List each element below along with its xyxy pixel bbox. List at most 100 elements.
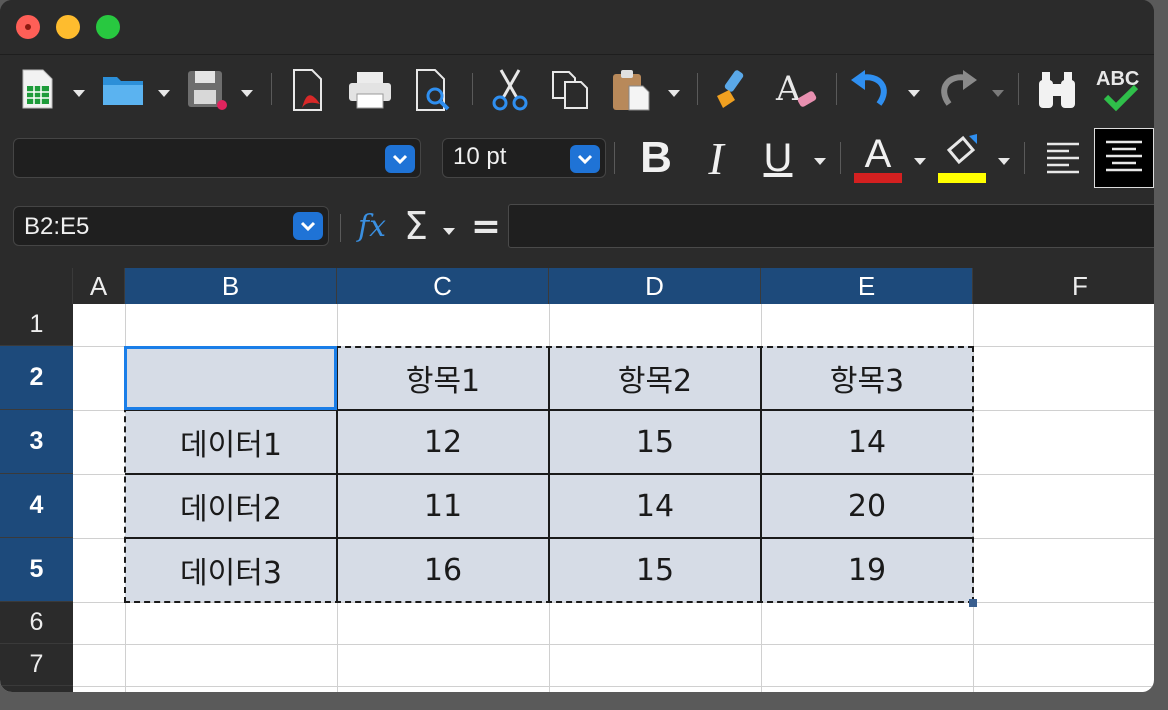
clear-formatting-button[interactable]: A xyxy=(774,67,820,113)
print-preview-button[interactable] xyxy=(412,67,456,113)
font-size-combo[interactable]: 10 pt xyxy=(442,138,606,178)
print-preview-icon xyxy=(416,69,450,111)
formatting-toolbar: 10 pt B I U A xyxy=(0,128,1154,188)
row-header-8[interactable]: 8 xyxy=(0,686,73,692)
formula-bar: B2:E5 fx Σ = xyxy=(0,200,1154,256)
column-header-d[interactable]: D xyxy=(549,268,761,304)
row-header-5[interactable]: 5 xyxy=(0,538,73,602)
cell-c2[interactable]: 항목1 xyxy=(337,346,549,410)
spelling-icon: ABC xyxy=(1096,68,1139,112)
row-header-2[interactable]: 2 xyxy=(0,346,73,410)
formula-input[interactable] xyxy=(508,204,1154,248)
formula-button[interactable]: = xyxy=(466,204,506,248)
undo-dropdown-caret[interactable] xyxy=(908,90,920,97)
cell-b5[interactable]: 데이터3 xyxy=(125,538,337,602)
highlight-color-swatch xyxy=(938,173,986,183)
row-header-3[interactable]: 3 xyxy=(0,410,73,474)
cell-b3[interactable]: 데이터1 xyxy=(125,410,337,474)
column-header-b[interactable]: B xyxy=(125,268,337,304)
separator xyxy=(1018,73,1019,105)
save-dropdown-caret[interactable] xyxy=(241,90,253,97)
font-size-dropdown-button[interactable] xyxy=(570,145,600,173)
highlight-color-button[interactable] xyxy=(936,132,988,184)
open-button[interactable] xyxy=(100,69,146,109)
name-box[interactable]: B2:E5 xyxy=(13,206,329,246)
font-color-swatch xyxy=(854,173,902,183)
cell-c4[interactable]: 11 xyxy=(337,474,549,538)
select-all-corner[interactable] xyxy=(0,268,73,304)
cell-e4[interactable]: 20 xyxy=(761,474,973,538)
redo-button[interactable] xyxy=(934,67,980,113)
paste-dropdown-caret[interactable] xyxy=(668,90,680,97)
highlight-icon xyxy=(946,134,977,165)
italic-button[interactable]: I xyxy=(694,132,738,184)
redo-icon xyxy=(941,70,977,106)
cell-d4[interactable]: 14 xyxy=(549,474,761,538)
save-button[interactable] xyxy=(184,67,230,113)
find-replace-button[interactable] xyxy=(1034,67,1080,113)
paste-button[interactable] xyxy=(608,67,656,113)
cell-e2[interactable]: 항목3 xyxy=(761,346,973,410)
minimize-window-button[interactable] xyxy=(56,15,80,39)
align-left-button[interactable] xyxy=(1038,132,1088,184)
function-wizard-button[interactable]: fx xyxy=(352,206,392,246)
align-center-button[interactable] xyxy=(1094,128,1154,188)
new-dropdown-caret[interactable] xyxy=(73,90,85,97)
cell-c3[interactable]: 12 xyxy=(337,410,549,474)
cell-e5[interactable]: 19 xyxy=(761,538,973,602)
new-spreadsheet-button[interactable] xyxy=(18,67,58,111)
sum-button[interactable]: Σ xyxy=(398,204,434,248)
gridline xyxy=(73,644,1154,645)
undo-button[interactable] xyxy=(848,67,894,113)
separator xyxy=(836,73,837,105)
cut-icon xyxy=(492,69,528,111)
chevron-down-icon xyxy=(392,154,408,165)
cell-d2[interactable]: 항목2 xyxy=(549,346,761,410)
open-folder-icon xyxy=(103,77,143,105)
cell-e3[interactable]: 14 xyxy=(761,410,973,474)
font-color-dropdown-caret[interactable] xyxy=(914,158,926,165)
copy-button[interactable] xyxy=(548,67,592,113)
open-dropdown-caret[interactable] xyxy=(158,90,170,97)
print-button[interactable] xyxy=(346,69,394,111)
underline-button[interactable]: U xyxy=(754,132,802,184)
name-box-dropdown-button[interactable] xyxy=(293,212,323,240)
cell-b4[interactable]: 데이터2 xyxy=(125,474,337,538)
clone-formatting-icon xyxy=(717,70,744,108)
cell-d5[interactable]: 15 xyxy=(549,538,761,602)
gridline xyxy=(73,686,1154,687)
find-replace-icon xyxy=(1039,72,1075,108)
close-window-button[interactable] xyxy=(16,15,40,39)
column-header-f[interactable]: F xyxy=(973,268,1154,304)
row-header-4[interactable]: 4 xyxy=(0,474,73,538)
cell-b2[interactable] xyxy=(125,346,337,410)
cut-button[interactable] xyxy=(488,67,532,113)
spreadsheet-window: A ABC 10 pt B I U A B2:E5 fx Σ = A B C D… xyxy=(0,0,1154,692)
chevron-down-icon xyxy=(577,154,593,165)
column-header-c[interactable]: C xyxy=(337,268,549,304)
font-color-button[interactable]: A xyxy=(852,132,904,184)
align-center-icon xyxy=(1106,140,1142,172)
clone-formatting-button[interactable] xyxy=(710,67,754,113)
separator xyxy=(340,214,341,242)
paste-icon xyxy=(613,70,650,111)
font-name-combo[interactable] xyxy=(13,138,421,178)
svg-text:A: A xyxy=(775,69,801,109)
underline-dropdown-caret[interactable] xyxy=(814,158,826,165)
zoom-window-button[interactable] xyxy=(96,15,120,39)
highlight-dropdown-caret[interactable] xyxy=(998,158,1010,165)
font-name-dropdown-button[interactable] xyxy=(385,145,415,173)
column-header-a[interactable]: A xyxy=(73,268,125,304)
sum-dropdown-caret[interactable] xyxy=(443,228,455,235)
export-pdf-button[interactable] xyxy=(288,67,328,113)
column-header-e[interactable]: E xyxy=(761,268,973,304)
redo-dropdown-caret[interactable] xyxy=(992,90,1004,97)
cell-d3[interactable]: 15 xyxy=(549,410,761,474)
row-header-6[interactable]: 6 xyxy=(0,602,73,644)
spelling-button[interactable]: ABC xyxy=(1094,65,1146,115)
cell-c5[interactable]: 16 xyxy=(337,538,549,602)
row-header-1[interactable]: 1 xyxy=(0,304,73,346)
separator xyxy=(840,142,841,174)
row-header-7[interactable]: 7 xyxy=(0,644,73,686)
bold-button[interactable]: B xyxy=(632,132,680,184)
